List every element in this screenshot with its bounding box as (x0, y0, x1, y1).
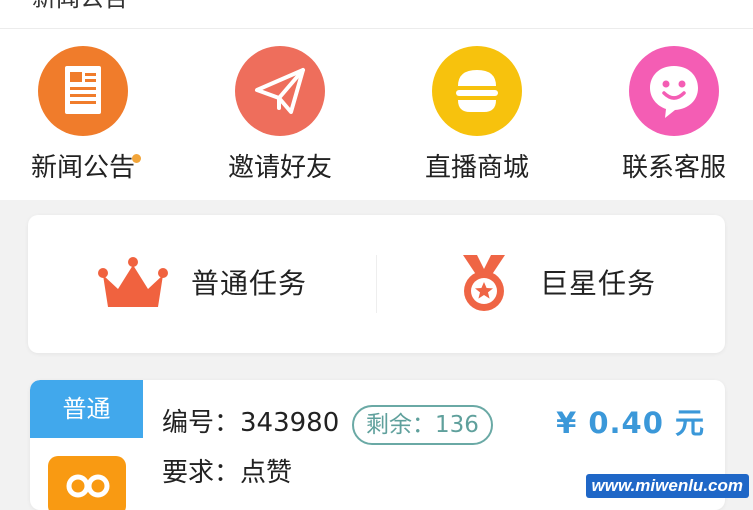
notification-dot (132, 154, 141, 163)
quick-item-label: 邀请好友 (227, 153, 332, 183)
medal-icon (449, 253, 519, 315)
remaining-badge: 剩余：136 (352, 405, 493, 445)
task-id: 编号：343980 (162, 408, 340, 438)
normal-task-label: 普通任务 (191, 267, 308, 300)
burger-icon (432, 46, 522, 136)
smiley-chat-icon (629, 46, 719, 136)
top-strip: 新闻公告 (0, 0, 753, 29)
quick-item-invite[interactable]: 邀请好友 (200, 46, 360, 196)
task-type-badge: 普通 (30, 380, 143, 438)
news-document-icon (38, 46, 128, 136)
video-app-icon (48, 456, 126, 510)
normal-task-button[interactable]: 普通任务 (28, 215, 376, 353)
task-price: ¥ 0.40 元 (556, 406, 705, 440)
watermark: www.miwenlu.com (585, 474, 749, 498)
top-strip-text: 新闻公告 (32, 0, 128, 10)
task-requirement: 要求：点赞 (162, 458, 293, 488)
quick-item-mall[interactable]: 直播商城 (397, 46, 557, 196)
crown-icon (98, 253, 168, 315)
star-task-button[interactable]: 巨星任务 (377, 215, 725, 353)
quick-item-label: 联系客服 (621, 153, 726, 183)
task-type-card: 普通任务 巨星任务 (28, 215, 725, 353)
quick-item-service[interactable]: 联系客服 (594, 46, 753, 196)
star-task-label: 巨星任务 (540, 267, 657, 300)
quick-item-label: 直播商城 (424, 153, 529, 183)
quick-menu: 新闻公告 邀请好友 直播商城 联系客服 (0, 29, 753, 200)
quick-item-news[interactable]: 新闻公告 (3, 46, 163, 196)
paper-plane-icon (235, 46, 325, 136)
